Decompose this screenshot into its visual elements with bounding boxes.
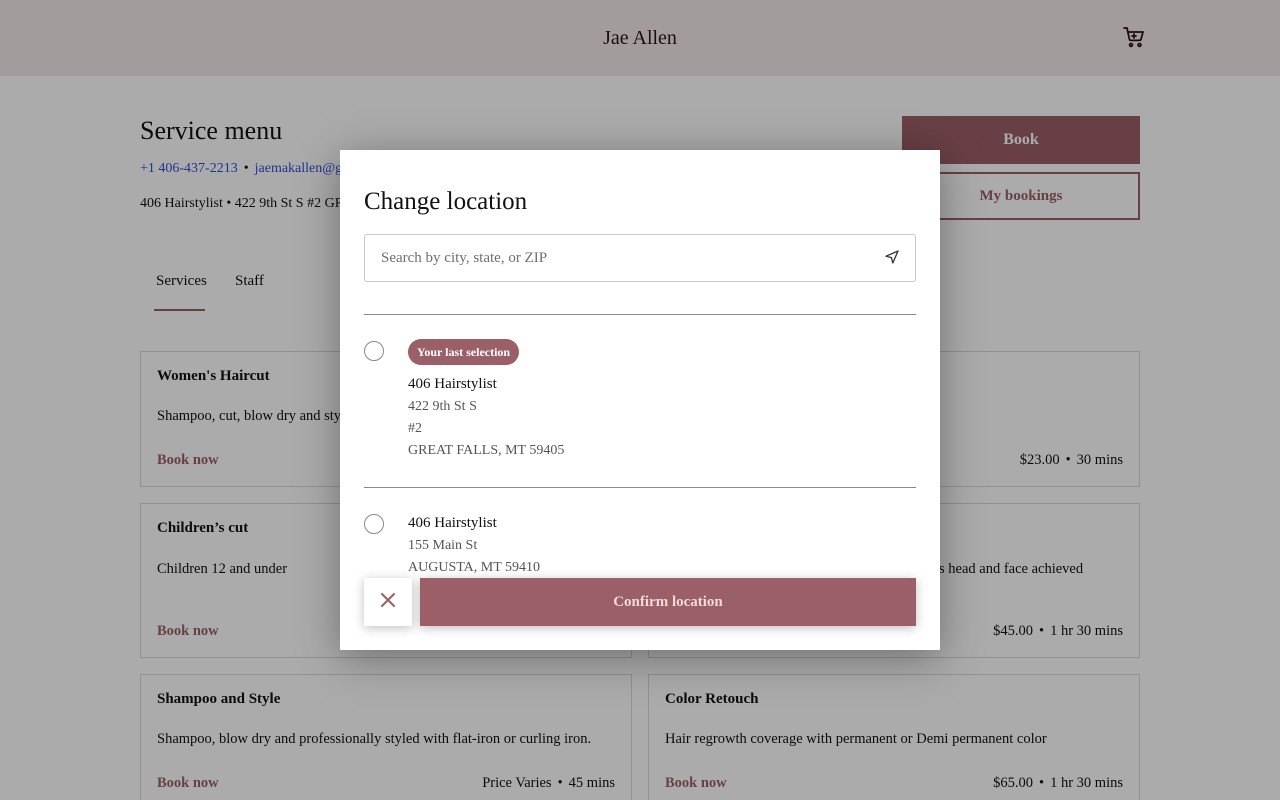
change-location-dialog: Change location Your last selection 406 … bbox=[340, 150, 940, 650]
location-search[interactable] bbox=[364, 234, 916, 282]
divider bbox=[364, 314, 916, 315]
location-radio[interactable] bbox=[364, 341, 384, 361]
location-suite: #2 bbox=[408, 421, 422, 436]
location-city: AUGUSTA, MT 59410 bbox=[408, 560, 541, 575]
locate-arrow-icon[interactable] bbox=[883, 248, 901, 266]
location-name: 406 Hairstylist bbox=[408, 376, 497, 392]
location-street: 422 9th St S bbox=[408, 399, 477, 414]
location-street: 155 Main St bbox=[408, 538, 478, 553]
close-icon bbox=[380, 592, 396, 613]
location-radio[interactable] bbox=[364, 514, 384, 534]
location-name: 406 Hairstylist bbox=[408, 515, 497, 531]
close-button[interactable] bbox=[364, 578, 412, 626]
divider bbox=[364, 487, 916, 488]
dialog-title: Change location bbox=[364, 188, 528, 215]
location-search-input[interactable] bbox=[381, 235, 861, 281]
confirm-location-button[interactable]: Confirm location bbox=[420, 578, 916, 626]
location-city: GREAT FALLS, MT 59405 bbox=[408, 443, 565, 458]
last-selection-badge: Your last selection bbox=[408, 339, 520, 365]
